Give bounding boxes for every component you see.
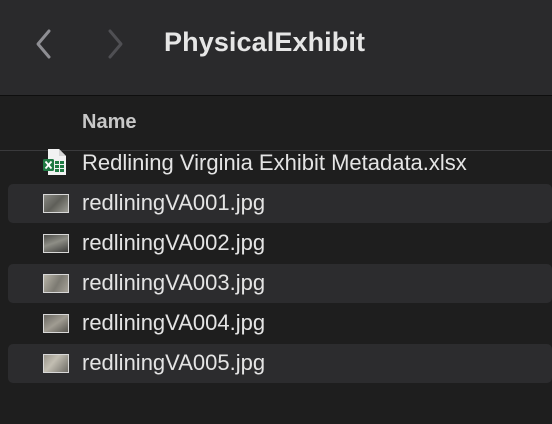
toolbar: PhysicalExhibit	[0, 0, 552, 96]
thumbnail-image	[43, 314, 69, 333]
chevron-left-icon	[36, 29, 51, 59]
thumbnail-image	[43, 354, 69, 373]
thumbnail-image	[43, 194, 69, 213]
file-row[interactable]: redliningVA005.jpg	[8, 344, 552, 383]
file-row[interactable]: Redlining Virginia Exhibit Metadata.xlsx	[8, 144, 552, 183]
file-name: Redlining Virginia Exhibit Metadata.xlsx	[82, 150, 467, 175]
file-name: redliningVA002.jpg	[82, 230, 266, 255]
window-title: PhysicalExhibit	[164, 27, 366, 57]
forward-button[interactable]	[97, 24, 133, 64]
thumbnail-image	[43, 234, 69, 253]
column-header-name[interactable]: Name	[0, 96, 552, 151]
back-button[interactable]	[26, 24, 62, 64]
image-thumbnail-icon	[41, 351, 69, 375]
finder-window: PhysicalExhibit Name Redlining Virginia …	[0, 0, 552, 424]
excel-file-icon	[41, 149, 69, 175]
image-thumbnail-icon	[41, 311, 69, 335]
thumbnail-image	[43, 274, 69, 293]
file-name: redliningVA004.jpg	[82, 310, 266, 335]
file-row[interactable]: redliningVA002.jpg	[8, 224, 552, 263]
file-row[interactable]: redliningVA003.jpg	[8, 264, 552, 303]
file-list: Name Redlining Virginia Exhibit Metadata…	[0, 96, 552, 424]
file-name: redliningVA003.jpg	[82, 270, 266, 295]
file-name: redliningVA005.jpg	[82, 350, 266, 375]
column-header-label: Name	[82, 111, 137, 133]
file-row[interactable]: redliningVA001.jpg	[8, 184, 552, 223]
image-thumbnail-icon	[41, 191, 69, 215]
image-thumbnail-icon	[41, 271, 69, 295]
file-row[interactable]: redliningVA004.jpg	[8, 304, 552, 343]
chevron-right-icon	[108, 29, 123, 59]
file-name: redliningVA001.jpg	[82, 190, 266, 215]
image-thumbnail-icon	[41, 231, 69, 255]
